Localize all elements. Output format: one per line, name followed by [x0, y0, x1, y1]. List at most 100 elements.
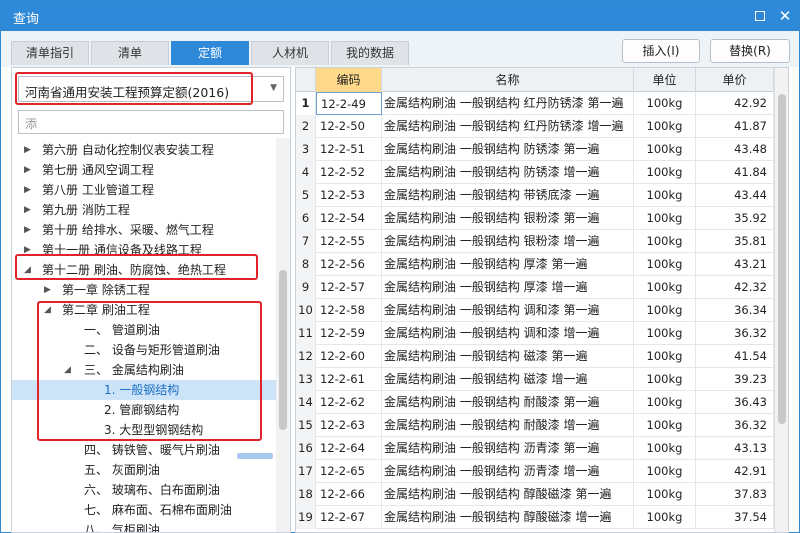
- collapsed-arrow-icon[interactable]: ▶: [24, 240, 31, 260]
- collapsed-arrow-icon[interactable]: ▶: [24, 200, 31, 220]
- cell-price: 42.91: [696, 460, 774, 483]
- tree-node[interactable]: 一、 管道刷油: [12, 320, 276, 340]
- tree-scrollbar[interactable]: [276, 138, 290, 532]
- close-icon[interactable]: ✕: [776, 7, 794, 25]
- cell-code: 12-2-59: [316, 322, 382, 345]
- table-row[interactable]: 18 12-2-66 金属结构刷油 一般钢结构 醇酸磁漆 第一遍 100kg 37.83: [296, 483, 788, 506]
- table-row[interactable]: 6 12-2-54 金属结构刷油 一般钢结构 银粉漆 第一遍 100kg 35.92: [296, 207, 788, 230]
- tree-node[interactable]: 七、 麻布面、石棉布面刷油: [12, 500, 276, 520]
- tab-bill[interactable]: 清单: [91, 41, 169, 65]
- expanded-arrow-icon[interactable]: ◢: [44, 300, 51, 320]
- search-input[interactable]: 添: [18, 110, 284, 134]
- tree-node[interactable]: ▶ 第十册 给排水、采暖、燃气工程: [12, 220, 276, 240]
- cell-price: 37.83: [696, 483, 774, 506]
- cell-code: 12-2-55: [316, 230, 382, 253]
- header-name[interactable]: 名称: [382, 68, 634, 92]
- insert-button[interactable]: 插入(I): [622, 39, 700, 63]
- tree-node[interactable]: 3. 大型型钢钢结构: [12, 420, 276, 440]
- tree-node[interactable]: ▶ 第八册 工业管道工程: [12, 180, 276, 200]
- table-row[interactable]: 7 12-2-55 金属结构刷油 一般钢结构 银粉漆 增一遍 100kg 35.81: [296, 230, 788, 253]
- cell-price: 39.23: [696, 368, 774, 391]
- cell-price: 35.81: [696, 230, 774, 253]
- row-number: 18: [296, 483, 316, 506]
- tab-labor-material[interactable]: 人材机: [251, 41, 329, 65]
- table-row[interactable]: 12 12-2-60 金属结构刷油 一般钢结构 磁漆 第一遍 100kg 41.54: [296, 345, 788, 368]
- table-row[interactable]: 1 12-2-49 金属结构刷油 一般钢结构 红丹防锈漆 第一遍 100kg 42.92: [296, 92, 788, 115]
- cell-code: 12-2-52: [316, 161, 382, 184]
- cell-code: 12-2-60: [316, 345, 382, 368]
- tree-node[interactable]: ▶ 第十一册 通信设备及线路工程: [12, 240, 276, 260]
- tree-node[interactable]: 二、 设备与矩形管道刷油: [12, 340, 276, 360]
- collapsed-arrow-icon[interactable]: ▶: [24, 160, 31, 180]
- tree-node-label: 八、 气柜刷油: [84, 523, 160, 532]
- tree-node[interactable]: ▶ 第六册 自动化控制仪表安装工程: [12, 140, 276, 160]
- tree-node[interactable]: ▶ 第一章 除锈工程: [12, 280, 276, 300]
- cell-price: 42.32: [696, 276, 774, 299]
- maximize-icon[interactable]: [751, 7, 769, 25]
- table-row[interactable]: 14 12-2-62 金属结构刷油 一般钢结构 耐酸漆 第一遍 100kg 36.43: [296, 391, 788, 414]
- table-row[interactable]: 3 12-2-51 金属结构刷油 一般钢结构 防锈漆 第一遍 100kg 43.48: [296, 138, 788, 161]
- table-row[interactable]: 11 12-2-59 金属结构刷油 一般钢结构 调和漆 增一遍 100kg 36.32: [296, 322, 788, 345]
- cell-code: 12-2-56: [316, 253, 382, 276]
- collapsed-arrow-icon[interactable]: ▶: [44, 280, 51, 300]
- table-row[interactable]: 10 12-2-58 金属结构刷油 一般钢结构 调和漆 第一遍 100kg 36.34: [296, 299, 788, 322]
- row-number: 12: [296, 345, 316, 368]
- tree-node-label: 3. 大型型钢钢结构: [104, 423, 204, 437]
- search-placeholder: 添: [25, 117, 38, 131]
- replace-button[interactable]: 替换(R): [710, 39, 790, 63]
- tree-node[interactable]: ◢ 第十二册 刷油、防腐蚀、绝热工程: [12, 260, 276, 280]
- cell-code: 12-2-53: [316, 184, 382, 207]
- tree-node[interactable]: 2. 管廊钢结构: [12, 400, 276, 420]
- cell-unit: 100kg: [634, 322, 696, 345]
- header-unit[interactable]: 单位: [634, 68, 696, 92]
- title-bar: 查询 ✕: [1, 1, 799, 31]
- cell-unit: 100kg: [634, 92, 696, 115]
- table-row[interactable]: 19 12-2-67 金属结构刷油 一般钢结构 醇酸磁漆 增一遍 100kg 37.54: [296, 506, 788, 529]
- header-price[interactable]: 单价: [696, 68, 774, 92]
- collapsed-arrow-icon[interactable]: ▶: [24, 220, 31, 240]
- tree-node-label: 六、 玻璃布、白布面刷油: [84, 483, 220, 497]
- table-row[interactable]: 15 12-2-63 金属结构刷油 一般钢结构 耐酸漆 增一遍 100kg 36.32: [296, 414, 788, 437]
- table-row[interactable]: 4 12-2-52 金属结构刷油 一般钢结构 防锈漆 增一遍 100kg 41.84: [296, 161, 788, 184]
- table-row[interactable]: 9 12-2-57 金属结构刷油 一般钢结构 厚漆 增一遍 100kg 42.32: [296, 276, 788, 299]
- table-scrollbar[interactable]: [774, 68, 788, 532]
- header-code[interactable]: 编码: [316, 68, 382, 92]
- cell-code: 12-2-61: [316, 368, 382, 391]
- tab-quota[interactable]: 定额: [171, 41, 249, 65]
- tab-bill-guide[interactable]: 清单指引: [11, 41, 89, 65]
- cell-price: 36.32: [696, 322, 774, 345]
- tree-node-label: 2. 管廊钢结构: [104, 403, 180, 417]
- row-number: 4: [296, 161, 316, 184]
- table-row[interactable]: 13 12-2-61 金属结构刷油 一般钢结构 磁漆 增一遍 100kg 39.23: [296, 368, 788, 391]
- table-row[interactable]: 8 12-2-56 金属结构刷油 一般钢结构 厚漆 第一遍 100kg 43.21: [296, 253, 788, 276]
- table-row[interactable]: 2 12-2-50 金属结构刷油 一般钢结构 红丹防锈漆 增一遍 100kg 41.87: [296, 115, 788, 138]
- row-number: 16: [296, 437, 316, 460]
- tab-my-data[interactable]: 我的数据: [331, 41, 409, 65]
- splitter-grip[interactable]: [237, 453, 273, 459]
- tree-node[interactable]: ▶ 第七册 通风空调工程: [12, 160, 276, 180]
- expanded-arrow-icon[interactable]: ◢: [64, 360, 71, 380]
- tree-node[interactable]: ◢ 第二章 刷油工程: [12, 300, 276, 320]
- chevron-down-icon[interactable]: ▼: [270, 83, 277, 93]
- tree-node-label: 第十一册 通信设备及线路工程: [42, 243, 202, 257]
- scrollbar-thumb[interactable]: [778, 94, 786, 424]
- tree-node[interactable]: 五、 灰面刷油: [12, 460, 276, 480]
- table-row[interactable]: 16 12-2-64 金属结构刷油 一般钢结构 沥青漆 第一遍 100kg 43.13: [296, 437, 788, 460]
- cell-code: 12-2-64: [316, 437, 382, 460]
- tree-node-label: 第九册 消防工程: [42, 203, 130, 217]
- expanded-arrow-icon[interactable]: ◢: [24, 260, 31, 280]
- tree-node[interactable]: 六、 玻璃布、白布面刷油: [12, 480, 276, 500]
- quota-library-select[interactable]: 河南省通用安装工程预算定额(2016) ▼: [18, 76, 284, 102]
- collapsed-arrow-icon[interactable]: ▶: [24, 180, 31, 200]
- collapsed-arrow-icon[interactable]: ▶: [24, 140, 31, 160]
- tree-node[interactable]: ◢ 三、 金属结构刷油: [12, 360, 276, 380]
- cell-price: 43.44: [696, 184, 774, 207]
- tree-node[interactable]: 1. 一般钢结构: [12, 380, 276, 400]
- tree-node[interactable]: 八、 气柜刷油: [12, 520, 276, 532]
- table-row[interactable]: 17 12-2-65 金属结构刷油 一般钢结构 沥青漆 增一遍 100kg 42.91: [296, 460, 788, 483]
- scrollbar-thumb[interactable]: [279, 270, 287, 430]
- table-row[interactable]: 5 12-2-53 金属结构刷油 一般钢结构 带锈底漆 一遍 100kg 43.44: [296, 184, 788, 207]
- cell-code: 12-2-62: [316, 391, 382, 414]
- cell-unit: 100kg: [634, 161, 696, 184]
- tree-node[interactable]: ▶ 第九册 消防工程: [12, 200, 276, 220]
